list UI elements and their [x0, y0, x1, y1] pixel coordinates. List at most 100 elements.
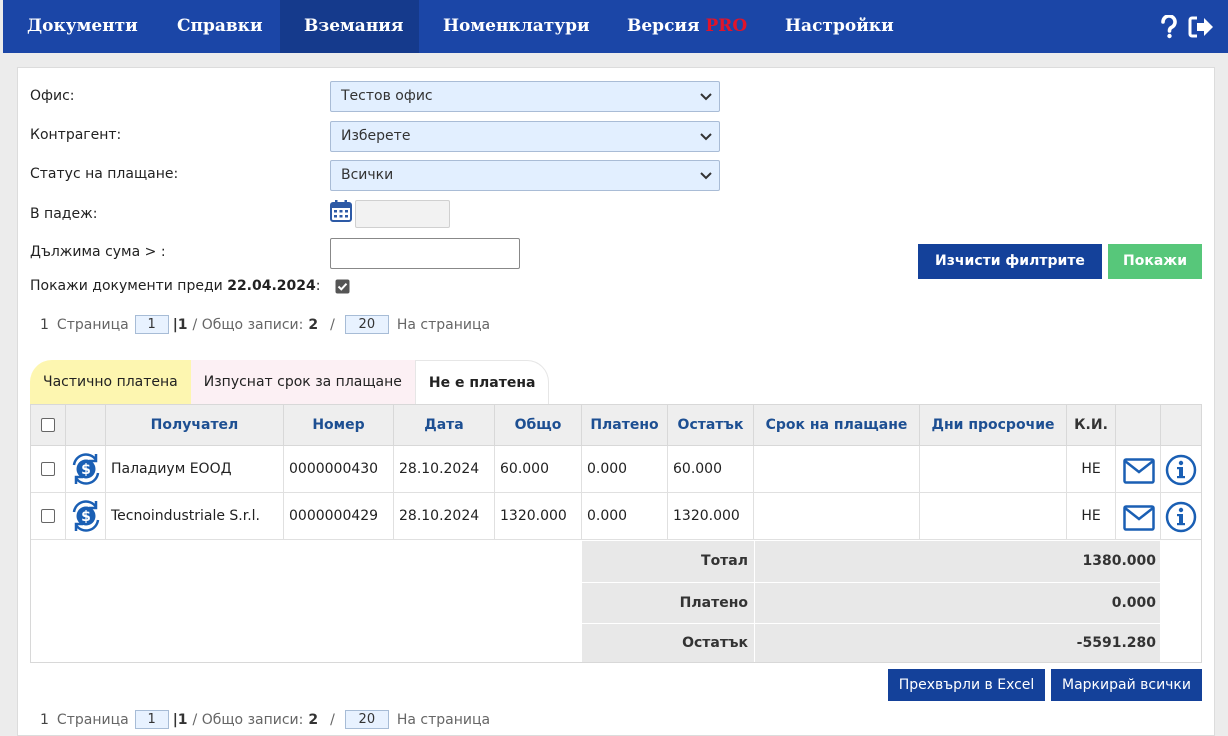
cell-overdue-days — [920, 493, 1067, 540]
nav-item-version[interactable]: Версия PRO — [603, 0, 771, 53]
cell-remaining: 60.000 — [668, 446, 754, 493]
cell-paid: 0.000 — [582, 493, 668, 540]
office-label: Офис: — [30, 88, 75, 104]
cell-paid: 0.000 — [582, 446, 668, 493]
partner-select[interactable]: Изберете — [330, 121, 720, 152]
pager-page-input[interactable]: 1 — [134, 315, 169, 334]
pager-total-pages: |1 — [172, 711, 188, 728]
table-row[interactable]: $ Паладиум ЕООД 0000000430 28.10.2024 60… — [31, 446, 1201, 493]
per-page-input[interactable]: 20 — [344, 315, 389, 334]
header-overdue-days[interactable]: Дни просрочие — [920, 405, 1067, 446]
payment-cycle-icon[interactable]: $ — [70, 451, 102, 493]
mail-icon[interactable] — [1123, 457, 1155, 493]
pager-total-label: / Общо записи: — [192, 316, 304, 333]
logout-icon[interactable] — [1188, 15, 1214, 39]
chevron-down-icon — [700, 93, 712, 101]
amount-label: Дължима сума > : — [30, 244, 166, 260]
svg-text:$: $ — [81, 462, 91, 478]
cell-ki: НЕ — [1067, 446, 1116, 493]
row-mail-cell — [1116, 493, 1161, 540]
cell-number: 0000000430 — [284, 446, 394, 493]
header-ki[interactable]: К.И. — [1067, 405, 1116, 446]
row-icon-cell: $ — [66, 446, 106, 493]
tab-partially-paid[interactable]: Частично платена — [30, 360, 191, 404]
row-mail-cell — [1116, 446, 1161, 493]
cell-due-date — [754, 446, 920, 493]
chevron-down-icon — [700, 172, 712, 180]
office-select[interactable]: Тестов офис — [330, 81, 720, 112]
table-header: Получател Номер Дата Общо Платено Остатъ… — [31, 405, 1201, 446]
status-tabs: Частично платена Изпуснат срок за плащан… — [30, 360, 550, 404]
show-before-checkbox[interactable] — [335, 279, 350, 298]
cell-ki: НЕ — [1067, 493, 1116, 540]
row-icon-cell: $ — [66, 493, 106, 540]
nav-item-settings[interactable]: Настройки — [761, 0, 918, 53]
row-select-cell — [31, 493, 66, 540]
mark-all-button[interactable]: Маркирай всички — [1051, 669, 1202, 701]
nav-item-nomenclatures[interactable]: Номенклатури — [419, 0, 614, 53]
mail-icon[interactable] — [1123, 504, 1155, 540]
payment-status-value: Всички — [341, 167, 394, 183]
tab-not-paid[interactable]: Не е платена — [414, 360, 550, 404]
cell-total: 1320.000 — [495, 493, 582, 540]
payment-cycle-icon[interactable]: $ — [70, 498, 102, 540]
header-paid[interactable]: Платено — [582, 405, 668, 446]
show-button[interactable]: Покажи — [1108, 244, 1202, 279]
header-recipient[interactable]: Получател — [106, 405, 284, 446]
office-select-value: Тестов офис — [341, 88, 433, 104]
header-number[interactable]: Номер — [284, 405, 394, 446]
pager-first[interactable]: 1 — [40, 317, 49, 333]
per-page-input[interactable]: 20 — [344, 710, 389, 729]
pager-total-label: / Общо записи: — [192, 711, 304, 728]
pager-slash: / — [330, 711, 335, 728]
svg-text:$: $ — [81, 509, 91, 525]
payment-status-select[interactable]: Всички — [330, 160, 720, 191]
nav-item-receivables[interactable]: Вземания — [280, 0, 419, 53]
calendar-icon[interactable] — [330, 200, 352, 226]
help-icon[interactable] — [1160, 15, 1178, 39]
header-total[interactable]: Общо — [495, 405, 582, 446]
header-mail-cell — [1116, 405, 1161, 446]
header-due-date[interactable]: Срок на плащане — [754, 405, 920, 446]
pager-slash: / — [330, 316, 335, 333]
summary-paid-label: Платено — [582, 583, 754, 623]
cell-date: 28.10.2024 — [394, 493, 495, 540]
due-date-input[interactable] — [355, 200, 450, 228]
chevron-down-icon — [700, 133, 712, 141]
select-all-checkbox[interactable] — [41, 418, 55, 432]
info-icon[interactable] — [1165, 454, 1197, 493]
nav-version-label: Версия — [627, 16, 700, 36]
row-checkbox[interactable] — [41, 509, 55, 523]
amount-input[interactable] — [330, 238, 520, 269]
pager-first[interactable]: 1 — [40, 712, 49, 728]
pagination-top: 1 Страница 1 |1 / Общо записи: 2 / 20 На… — [40, 315, 490, 334]
nav-item-documents[interactable]: Документи — [3, 0, 162, 53]
partner-select-value: Изберете — [341, 128, 411, 144]
header-select-all-cell — [31, 405, 66, 446]
top-navigation: Документи Справки Вземания Номенклатури … — [3, 0, 1228, 53]
summary-remaining-label: Остатък — [582, 624, 754, 662]
row-info-cell — [1161, 493, 1201, 540]
table-row[interactable]: $ Tecnoindustriale S.r.l. 0000000429 28.… — [31, 493, 1201, 540]
summary-total-label: Тотал — [582, 541, 754, 582]
tab-missed-deadline[interactable]: Изпуснат срок за плащане — [190, 360, 415, 404]
due-label: В падеж: — [30, 206, 98, 222]
pager-total-pages: |1 — [172, 316, 188, 333]
pager-page-input[interactable]: 1 — [134, 710, 169, 729]
info-icon[interactable] — [1165, 501, 1197, 540]
summary-total-value: 1380.000 — [754, 541, 1160, 582]
nav-item-reports[interactable]: Справки — [153, 0, 287, 53]
cell-number: 0000000429 — [284, 493, 394, 540]
row-checkbox[interactable] — [41, 462, 55, 476]
header-date[interactable]: Дата — [394, 405, 495, 446]
show-before-label: Покажи документи преди 22.04.2024: — [30, 278, 321, 294]
cell-recipient: Паладиум ЕООД — [106, 446, 284, 493]
clear-filters-button[interactable]: Изчисти филтрите — [918, 244, 1102, 279]
export-excel-button[interactable]: Прехвърли в Excel — [888, 669, 1045, 701]
pager-total-records: 2 — [308, 316, 319, 333]
summary-paid-value: 0.000 — [754, 583, 1160, 623]
header-remaining[interactable]: Остатък — [668, 405, 754, 446]
cell-due-date — [754, 493, 920, 540]
cell-remaining: 1320.000 — [668, 493, 754, 540]
pagination-bottom: 1 Страница 1 |1 / Общо записи: 2 / 20 На… — [40, 710, 490, 729]
